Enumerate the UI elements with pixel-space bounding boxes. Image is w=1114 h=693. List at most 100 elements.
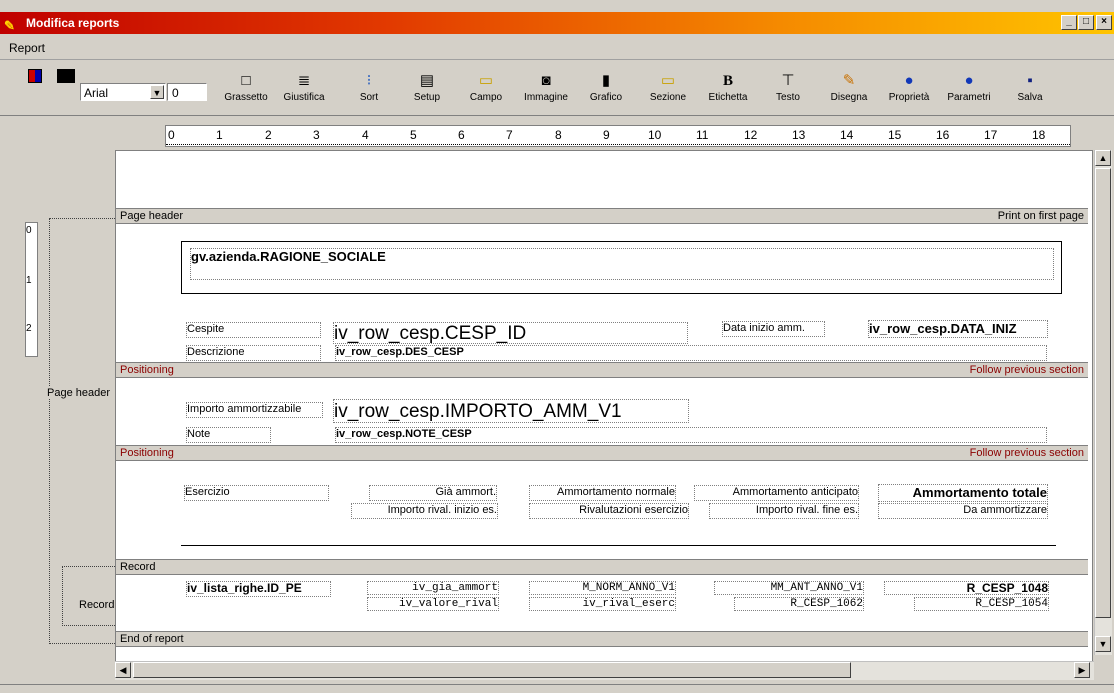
justify-button[interactable]: ≣ Giustifica — [276, 71, 332, 111]
size-input[interactable]: 0 — [167, 83, 207, 101]
image-button[interactable]: ◙ Immagine — [518, 71, 574, 111]
sort-icon: ⁝ — [366, 72, 372, 89]
report-editor-window: ✎ Modifica reports _ □ × Report Arial ▼ … — [0, 0, 1114, 693]
draw-button[interactable]: ✎ Disegna — [824, 71, 874, 111]
da-ammortizzare-label[interactable]: Da ammortizzare — [878, 503, 1048, 519]
field-button[interactable]: ▭ Campo — [464, 71, 508, 111]
bar-chart-icon: ▮ — [601, 72, 611, 89]
close-button[interactable]: × — [1096, 15, 1112, 30]
report-canvas[interactable]: Page header Print on first page gv.azien… — [115, 150, 1093, 668]
esercizio-label[interactable]: Esercizio — [184, 485, 329, 501]
pencil-icon: ✎ — [4, 18, 15, 33]
rival-fine-label[interactable]: Importo rival. fine es. — [709, 503, 859, 519]
pencil-icon: ✎ — [842, 72, 856, 89]
cesp-id-field[interactable]: iv_row_cesp.CESP_ID — [333, 322, 688, 344]
ruler-mark: 15 — [888, 128, 902, 142]
descrizione-label[interactable]: Descrizione — [186, 345, 321, 361]
font-select[interactable]: Arial ▼ — [80, 83, 166, 101]
chevron-down-icon[interactable]: ▼ — [150, 85, 164, 99]
sort-button[interactable]: ⁝ Sort — [349, 71, 389, 111]
rivalutazioni-label[interactable]: Rivalutazioni esercizio — [529, 503, 689, 519]
ruler-mark: 9 — [603, 128, 610, 142]
importo-label[interactable]: Importo ammortizzabile — [186, 402, 323, 418]
ruler-mark: 1 — [26, 275, 32, 286]
iv-valore-rival-field[interactable]: iv_valore_rival — [367, 597, 499, 611]
scroll-up-icon[interactable]: ▲ — [1095, 150, 1111, 166]
ruler-mark: 7 — [506, 128, 513, 142]
disk-icon: ▪ — [1027, 72, 1033, 89]
band-page-header[interactable]: Page header Print on first page — [116, 208, 1088, 224]
r-cesp-1048-field[interactable]: R_CESP_1048 — [884, 581, 1049, 595]
company-name-field[interactable]: gv.azienda.RAGIONE_SOCIALE — [190, 248, 1054, 280]
ruler-ticks — [166, 142, 1070, 145]
status-divider — [0, 684, 1114, 685]
r-cesp-1054-field[interactable]: R_CESP_1054 — [914, 597, 1049, 611]
ruler-mark: 12 — [744, 128, 758, 142]
parameters-button[interactable]: ● Parametri — [940, 71, 998, 111]
band-record[interactable]: Record — [116, 559, 1088, 575]
ruler-mark: 14 — [840, 128, 854, 142]
scroll-right-icon[interactable]: ▶ — [1074, 662, 1090, 678]
maximize-button[interactable]: □ — [1078, 15, 1094, 30]
ruler-mark: 1 — [216, 128, 223, 142]
des-cesp-field[interactable]: iv_row_cesp.DES_CESP — [335, 345, 1047, 361]
band-positioning-1[interactable]: Positioning Follow previous section — [116, 362, 1088, 378]
amm-anticipato-label[interactable]: Ammortamento anticipato — [694, 485, 859, 501]
id-pe-field[interactable]: iv_lista_righe.ID_PE — [186, 581, 331, 597]
data-inizio-label[interactable]: Data inizio amm. — [722, 321, 825, 337]
chart-button[interactable]: ▮ Grafico — [584, 71, 628, 111]
m-norm-field[interactable]: M_NORM_ANNO_V1 — [529, 581, 676, 595]
separator-line[interactable] — [181, 545, 1056, 546]
label-icon: B — [722, 73, 733, 89]
horizontal-ruler: 0 1 2 3 4 5 6 7 8 9 10 11 12 13 14 15 16… — [165, 125, 1071, 147]
ruler-mark: 18 — [1032, 128, 1046, 142]
vertical-scrollbar[interactable]: ▲ ▼ — [1094, 150, 1112, 655]
setup-button[interactable]: ▤ Setup — [405, 71, 449, 111]
info-icon: ● — [904, 72, 914, 89]
save-button[interactable]: ▪ Salva — [1012, 71, 1048, 111]
data-iniz-field[interactable]: iv_row_cesp.DATA_INIZ — [868, 320, 1048, 338]
importo-amm-field[interactable]: iv_row_cesp.IMPORTO_AMM_V1 — [333, 399, 689, 423]
ruler-mark: 3 — [313, 128, 320, 142]
ruler-mark: 8 — [555, 128, 562, 142]
iv-rival-eserc-field[interactable]: iv_rival_eserc — [529, 597, 676, 611]
ruler-mark: 0 — [168, 128, 175, 142]
company-box[interactable]: gv.azienda.RAGIONE_SOCIALE — [181, 241, 1062, 294]
band-positioning-2[interactable]: Positioning Follow previous section — [116, 445, 1088, 461]
scroll-left-icon[interactable]: ◀ — [115, 662, 131, 678]
text-button[interactable]: ⊤ Testo — [770, 71, 806, 111]
r-cesp-1062-field[interactable]: R_CESP_1062 — [734, 597, 864, 611]
vertical-scroll-thumb[interactable] — [1095, 168, 1111, 618]
mm-ant-field[interactable]: MM_ANT_ANNO_V1 — [714, 581, 864, 595]
iv-gia-ammort-field[interactable]: iv_gia_ammort — [367, 581, 499, 595]
text-color-button[interactable] — [57, 69, 75, 83]
info-icon: ● — [964, 72, 974, 89]
bold-button[interactable]: □ Grassetto — [218, 71, 274, 111]
ruler-mark: 5 — [410, 128, 417, 142]
properties-button[interactable]: ● Proprietà — [880, 71, 938, 111]
rival-inizio-label[interactable]: Importo rival. inizio es. — [351, 503, 498, 519]
band-end-of-report[interactable]: End of report — [116, 631, 1088, 647]
ruler-mark: 2 — [265, 128, 272, 142]
horizontal-scroll-thumb[interactable] — [133, 662, 851, 678]
section-button[interactable]: ▭ Sezione — [643, 71, 693, 111]
amm-totale-label[interactable]: Ammortamento totale — [878, 484, 1048, 502]
note-cesp-field[interactable]: iv_row_cesp.NOTE_CESP — [335, 427, 1047, 443]
minimize-button[interactable]: _ — [1061, 15, 1077, 30]
ruler-mark: 16 — [936, 128, 950, 142]
record-bracket — [62, 566, 115, 626]
vertical-ruler: 0 1 2 — [25, 222, 38, 357]
left-label-page-header: Page header — [47, 387, 110, 399]
field-icon: ▭ — [478, 72, 494, 89]
color-picker-icon[interactable] — [28, 69, 42, 83]
scroll-down-icon[interactable]: ▼ — [1095, 636, 1111, 652]
ruler-mark: 2 — [26, 323, 32, 334]
gia-ammort-label[interactable]: Già ammort. — [369, 485, 497, 501]
cespite-label[interactable]: Cespite — [186, 322, 321, 338]
menu-report[interactable]: Report — [9, 41, 45, 55]
amm-normale-label[interactable]: Ammortamento normale — [529, 485, 676, 501]
horizontal-scrollbar[interactable]: ◀ ▶ — [115, 661, 1094, 680]
note-label[interactable]: Note — [186, 427, 271, 443]
label-button[interactable]: B Etichetta — [702, 71, 754, 111]
title-bar: ✎ Modifica reports _ □ × — [0, 12, 1114, 34]
